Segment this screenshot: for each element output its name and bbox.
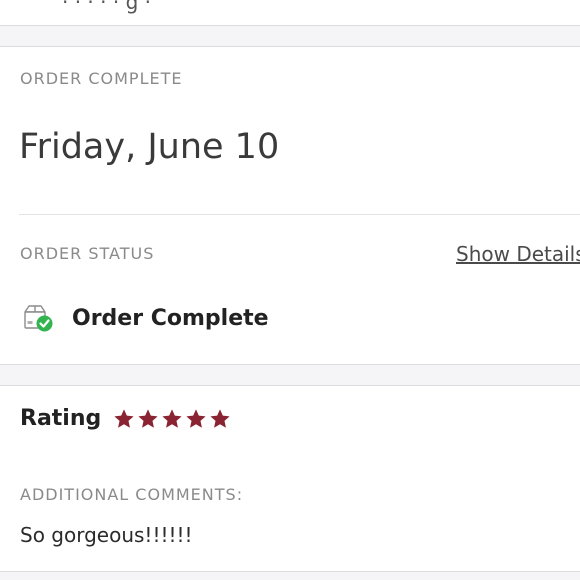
comment-text: So gorgeous!!!!!! <box>20 523 193 547</box>
section-divider <box>19 214 580 215</box>
show-details-link[interactable]: Show Details <box>456 242 580 266</box>
rating-label: Rating <box>20 406 102 431</box>
rating-card: Rating ADDITIONAL COMMENTS: So gorgeous!… <box>0 385 580 572</box>
clipped-header-text: · · · · · g · <box>62 0 151 14</box>
order-complete-label: ORDER COMPLETE <box>20 69 183 88</box>
star-icon <box>162 408 182 428</box>
order-status-row: Order Complete <box>22 302 269 334</box>
star-icon <box>138 408 158 428</box>
rating-row: Rating <box>20 406 233 431</box>
top-card-strip: · · · · · g · <box>0 0 580 26</box>
star-icon <box>186 408 206 428</box>
additional-comments-label: ADDITIONAL COMMENTS: <box>20 485 244 504</box>
package-check-icon <box>24 305 53 332</box>
order-card: ORDER COMPLETE Friday, June 10 ORDER STA… <box>0 46 580 365</box>
order-status-text: Order Complete <box>72 305 269 331</box>
star-icon <box>114 408 134 428</box>
order-status-label: ORDER STATUS <box>20 244 155 263</box>
order-date: Friday, June 10 <box>19 127 280 167</box>
star-icon <box>210 408 230 428</box>
